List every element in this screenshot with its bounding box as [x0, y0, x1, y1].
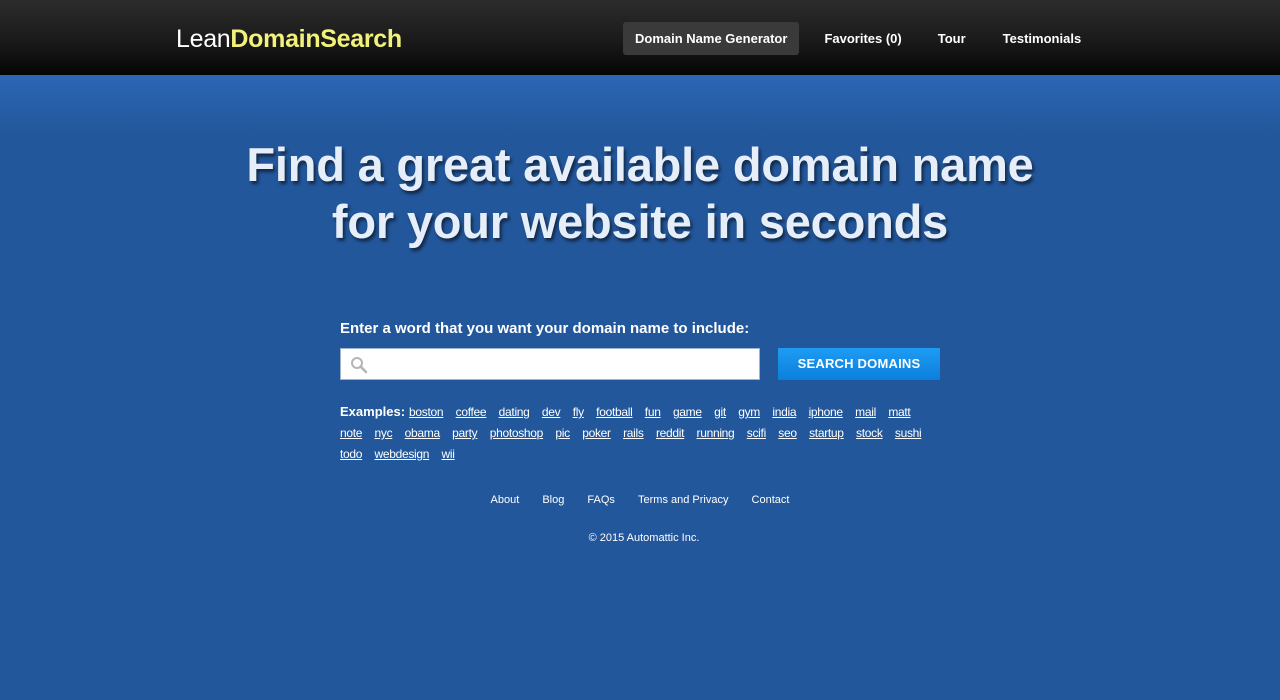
examples-words: boston coffee dating dev fly football fu…: [340, 405, 930, 461]
footer-link-contact[interactable]: Contact: [752, 494, 790, 506]
example-link-wii[interactable]: wii: [442, 447, 455, 461]
example-link-fly[interactable]: fly: [573, 405, 584, 419]
example-link-reddit[interactable]: reddit: [656, 426, 685, 440]
example-link-rails[interactable]: rails: [623, 426, 644, 440]
search-domains-button[interactable]: SEARCH DOMAINS: [778, 348, 940, 380]
example-link-party[interactable]: party: [452, 426, 477, 440]
example-link-iphone[interactable]: iphone: [809, 405, 844, 419]
search-icon: [350, 356, 368, 374]
footer-link-blog[interactable]: Blog: [542, 494, 564, 506]
example-link-poker[interactable]: poker: [582, 426, 611, 440]
example-link-photoshop[interactable]: photoshop: [490, 426, 544, 440]
nav-item-favorites[interactable]: Favorites (0): [812, 22, 913, 55]
nav-item-testimonials[interactable]: Testimonials: [991, 22, 1094, 55]
example-link-boston[interactable]: boston: [409, 405, 444, 419]
example-link-obama[interactable]: obama: [405, 426, 441, 440]
example-link-pic[interactable]: pic: [555, 426, 570, 440]
example-link-startup[interactable]: startup: [809, 426, 844, 440]
example-link-running[interactable]: running: [697, 426, 735, 440]
example-link-gym[interactable]: gym: [738, 405, 760, 419]
example-link-football[interactable]: football: [596, 405, 633, 419]
example-link-todo[interactable]: todo: [340, 447, 362, 461]
top-navigation-bar: LeanDomainSearch Domain Name Generator F…: [0, 0, 1280, 75]
example-link-nyc[interactable]: nyc: [375, 426, 393, 440]
logo-text-domainsearch: DomainSearch: [230, 25, 402, 53]
search-label: Enter a word that you want your domain n…: [340, 320, 750, 337]
logo-text-lean: Lean: [176, 25, 231, 53]
example-link-git[interactable]: git: [714, 405, 726, 419]
example-link-game[interactable]: game: [673, 405, 702, 419]
search-field[interactable]: [340, 348, 760, 380]
hero-headline: Find a great available domain name for y…: [0, 136, 1280, 250]
nav-item-tour[interactable]: Tour: [926, 22, 978, 55]
example-link-seo[interactable]: seo: [778, 426, 797, 440]
examples-list: Examples: boston coffee dating dev fly fo…: [340, 401, 940, 465]
footer-link-terms-and-privacy[interactable]: Terms and Privacy: [638, 494, 728, 506]
footer-link-about[interactable]: About: [491, 494, 520, 506]
example-link-india[interactable]: india: [772, 405, 796, 419]
example-link-coffee[interactable]: coffee: [456, 405, 487, 419]
example-link-webdesign[interactable]: webdesign: [375, 447, 430, 461]
nav-item-domain-name-generator[interactable]: Domain Name Generator: [623, 22, 800, 55]
footer-link-faqs[interactable]: FAQs: [587, 494, 615, 506]
search-input[interactable]: [373, 349, 753, 379]
main-nav: Domain Name Generator Favorites (0) Tour…: [623, 22, 1093, 55]
hero-headline-line-1: Find a great available domain name: [246, 138, 1034, 191]
example-link-sushi[interactable]: sushi: [895, 426, 922, 440]
footer-links: About Blog FAQs Terms and Privacy Contac…: [0, 494, 1280, 506]
example-link-stock[interactable]: stock: [856, 426, 883, 440]
hero-headline-line-2: for your website in seconds: [331, 195, 949, 248]
example-link-note[interactable]: note: [340, 426, 362, 440]
example-link-dating[interactable]: dating: [499, 405, 530, 419]
example-link-scifi[interactable]: scifi: [747, 426, 766, 440]
example-link-fun[interactable]: fun: [645, 405, 661, 419]
examples-label: Examples:: [340, 404, 406, 419]
hero-background-glow: [0, 75, 1280, 135]
example-link-dev[interactable]: dev: [542, 405, 561, 419]
site-logo[interactable]: LeanDomainSearch: [176, 24, 402, 54]
copyright-text: © 2015 Automattic Inc.: [588, 532, 700, 544]
example-link-matt[interactable]: matt: [888, 405, 910, 419]
example-link-mail[interactable]: mail: [855, 405, 876, 419]
